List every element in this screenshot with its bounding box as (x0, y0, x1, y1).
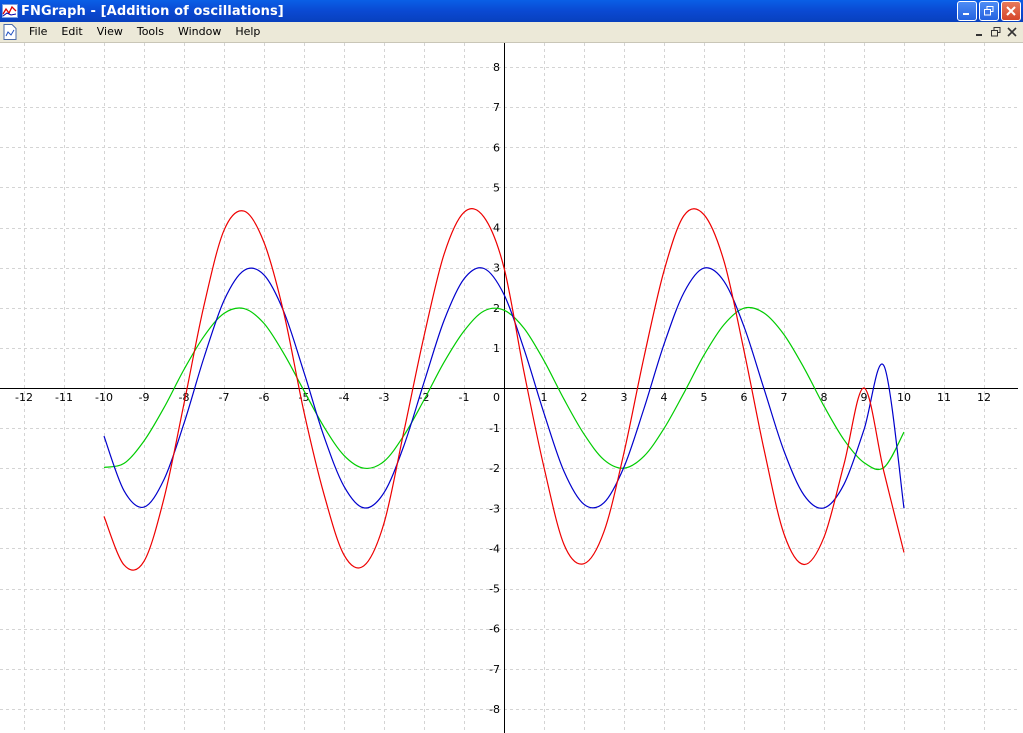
y-tick-label: -5 (489, 583, 500, 596)
x-tick-label: 9 (861, 391, 868, 404)
x-tick-label: 3 (621, 391, 628, 404)
x-tick-label: 7 (781, 391, 788, 404)
x-tick-label: 1 (541, 391, 548, 404)
x-tick-label: -11 (55, 391, 73, 404)
x-tick-label: -6 (259, 391, 270, 404)
menu-help[interactable]: Help (228, 22, 267, 42)
close-icon (1006, 26, 1017, 37)
y-tick-label: -6 (489, 623, 500, 636)
y-tick-label: 8 (493, 61, 500, 74)
origin-label: 0 (493, 391, 500, 404)
y-tick-label: 3 (493, 262, 500, 275)
document-icon[interactable] (3, 24, 17, 40)
close-button[interactable] (1001, 1, 1021, 21)
window-controls (957, 1, 1021, 21)
y-tick-label: 7 (493, 101, 500, 114)
doc-close-button[interactable] (1004, 24, 1019, 39)
x-tick-label: -9 (139, 391, 150, 404)
menu-edit[interactable]: Edit (54, 22, 89, 42)
y-tick-label: -1 (489, 422, 500, 435)
y-tick-label: 1 (493, 342, 500, 355)
y-tick-label: -2 (489, 462, 500, 475)
window-titlebar[interactable]: FNGraph - [Addition of oscillations] (0, 0, 1023, 22)
x-tick-label: 4 (661, 391, 668, 404)
x-tick-label: -4 (339, 391, 350, 404)
restore-icon (990, 26, 1000, 36)
x-tick-label: 11 (937, 391, 951, 404)
document-window-controls (972, 24, 1019, 39)
menu-file[interactable]: File (22, 22, 54, 42)
close-icon (1006, 6, 1016, 16)
doc-minimize-button[interactable] (972, 24, 987, 39)
graph-canvas[interactable]: -12 -11 -10 -9 -8 -7 -6 -5 -4 -3 -2 -1 1 2 3 4 5 6 7 8 9 10 11… (0, 43, 1018, 733)
minimize-button[interactable] (957, 1, 977, 21)
y-tick-label: 6 (493, 141, 500, 154)
y-tick-label: -8 (489, 703, 500, 716)
doc-restore-button[interactable] (988, 24, 1003, 39)
x-tick-label: 12 (977, 391, 991, 404)
y-tick-label: 4 (493, 222, 500, 235)
minimize-icon (975, 33, 982, 36)
y-tick-label: 5 (493, 181, 500, 194)
x-tick-label: 6 (741, 391, 748, 404)
x-tick-label: -7 (219, 391, 230, 404)
menu-bar: File Edit View Tools Window Help (0, 22, 1023, 43)
x-tick-label: 2 (581, 391, 588, 404)
y-tick-label: -3 (489, 502, 500, 515)
restore-icon (984, 6, 994, 16)
y-tick-label: -4 (489, 542, 500, 555)
menu-tools[interactable]: Tools (130, 22, 171, 42)
x-tick-label: -10 (95, 391, 113, 404)
y-tick-label: -7 (489, 663, 500, 676)
minimize-icon (963, 13, 969, 15)
window-title: FNGraph - [Addition of oscillations] (21, 3, 284, 19)
menu-view[interactable]: View (90, 22, 130, 42)
restore-button[interactable] (979, 1, 999, 21)
x-tick-label: -1 (459, 391, 470, 404)
x-tick-label: -12 (15, 391, 33, 404)
x-tick-label: 5 (701, 391, 708, 404)
menu-window[interactable]: Window (171, 22, 228, 42)
x-tick-label: -3 (379, 391, 390, 404)
fngraph-app-icon (2, 4, 18, 18)
x-tick-label: 10 (897, 391, 911, 404)
